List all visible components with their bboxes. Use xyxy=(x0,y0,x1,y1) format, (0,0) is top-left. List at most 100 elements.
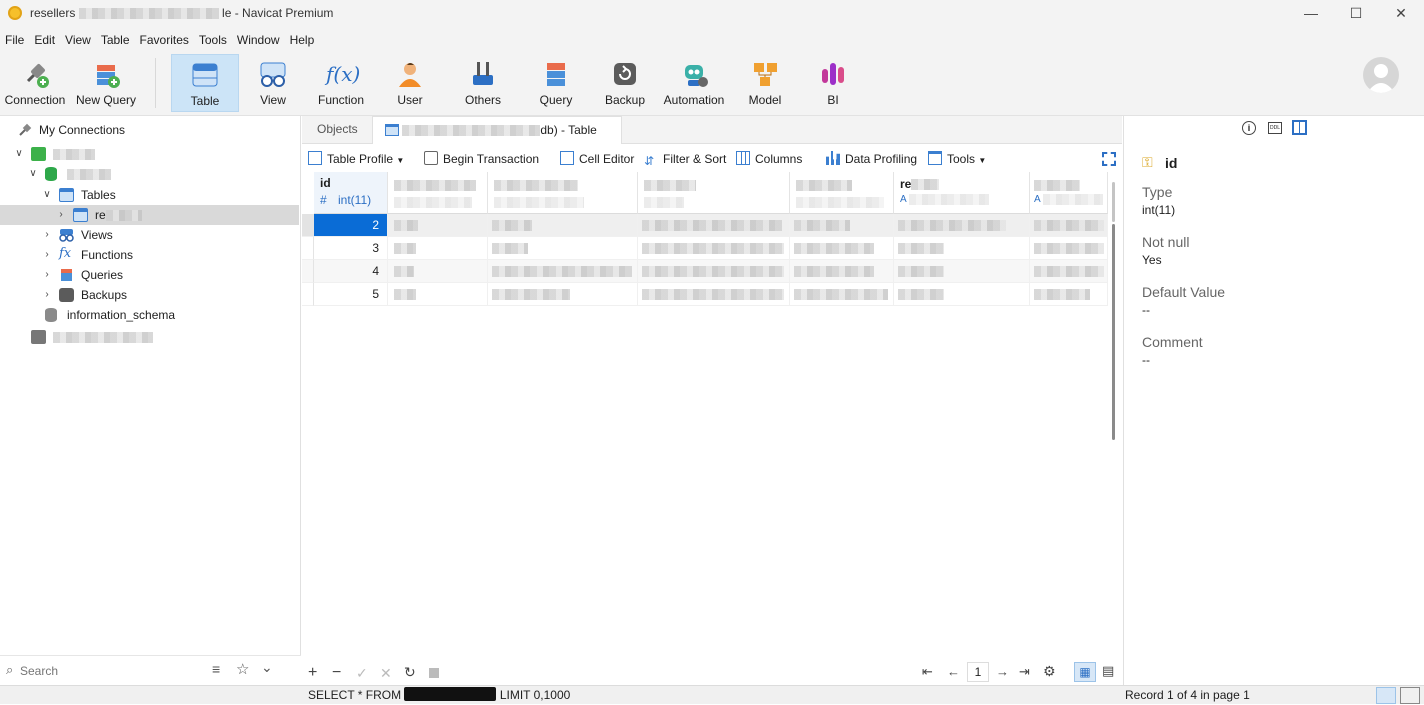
menu-table[interactable]: Table xyxy=(96,28,135,52)
chevron-down-icon[interactable]: ∨ xyxy=(14,144,24,164)
discard-changes-icon[interactable]: ✕ xyxy=(380,665,392,682)
add-record-icon[interactable]: + xyxy=(308,664,317,682)
data-profiling-button[interactable]: Data Profiling xyxy=(826,150,917,168)
chevron-right-icon[interactable]: › xyxy=(42,265,52,285)
cell-id[interactable]: 3 xyxy=(314,237,388,260)
chevron-down-icon[interactable]: ∨ xyxy=(28,164,38,184)
tab-objects[interactable]: Objects xyxy=(305,116,370,144)
row-header[interactable] xyxy=(302,237,314,260)
cell-editor-button[interactable]: Cell Editor xyxy=(560,150,634,168)
tree-queries[interactable]: › Queries xyxy=(0,265,299,285)
table-button[interactable]: Table xyxy=(171,54,239,112)
column-header-5[interactable] xyxy=(790,172,894,214)
others-button[interactable]: Others xyxy=(452,54,514,112)
column-header-7[interactable]: A xyxy=(1030,172,1108,214)
menu-file[interactable]: File xyxy=(0,28,29,52)
table-row[interactable]: 5 xyxy=(302,283,1108,306)
bi-button[interactable]: BI xyxy=(808,54,858,112)
menu-favorites[interactable]: Favorites xyxy=(135,28,194,52)
tree-information-schema[interactable]: information_schema xyxy=(0,305,299,325)
column-header-id[interactable]: id # int(11) xyxy=(314,172,388,214)
vertical-scrollbar-thumb-top[interactable] xyxy=(1112,182,1115,222)
query-button[interactable]: Query xyxy=(528,54,584,112)
menu-edit[interactable]: Edit xyxy=(29,28,60,52)
table-profile-button[interactable]: Table Profile ▼ xyxy=(308,150,404,168)
info-icon[interactable]: i xyxy=(1242,121,1256,135)
fullscreen-icon[interactable] xyxy=(1102,152,1116,166)
next-page-icon[interactable]: → xyxy=(996,664,1009,679)
menu-view[interactable]: View xyxy=(60,28,96,52)
connection-button[interactable]: Connection xyxy=(2,54,68,112)
user-button[interactable]: User xyxy=(380,54,440,112)
cell-id[interactable]: 2 xyxy=(314,214,388,237)
tree-backups[interactable]: › Backups xyxy=(0,285,299,305)
close-window-button[interactable]: ✕ xyxy=(1378,0,1424,28)
delete-record-icon[interactable]: − xyxy=(332,664,341,682)
filter-icon[interactable]: ≡ xyxy=(212,661,220,677)
minimize-button[interactable]: — xyxy=(1288,0,1334,28)
tree-table-resellers[interactable]: › re xyxy=(0,205,299,225)
function-button[interactable]: f(x) Function xyxy=(311,54,371,112)
first-page-icon[interactable]: ⇤ xyxy=(922,664,933,680)
refresh-icon[interactable]: ↻ xyxy=(404,664,416,681)
table-row[interactable]: 2 xyxy=(302,214,1108,237)
filter-sort-button[interactable]: ⇵ Filter & Sort xyxy=(644,150,726,168)
tree-database[interactable]: ∨ xyxy=(0,164,299,184)
backup-button[interactable]: Backup xyxy=(598,54,652,112)
grid-view-icon[interactable]: ▦ xyxy=(1074,662,1096,682)
maximize-button[interactable]: ☐ xyxy=(1333,0,1379,28)
automation-button[interactable]: Automation xyxy=(660,54,728,112)
menu-help[interactable]: Help xyxy=(285,28,320,52)
previous-page-icon[interactable]: ← xyxy=(947,664,960,679)
new-query-button[interactable]: New Query xyxy=(72,54,140,112)
begin-transaction-button[interactable]: Begin Transaction xyxy=(424,150,539,168)
table-row[interactable]: 3 xyxy=(302,237,1108,260)
columns-button[interactable]: Columns xyxy=(736,150,802,168)
menu-tools[interactable]: Tools xyxy=(194,28,232,52)
user-avatar[interactable] xyxy=(1363,57,1399,93)
chevron-down-icon[interactable]: ∨ xyxy=(42,185,52,205)
chevron-right-icon[interactable]: › xyxy=(42,285,52,305)
toggle-left-panel-icon[interactable] xyxy=(1376,687,1396,704)
form-view-icon[interactable]: ▤ xyxy=(1102,663,1114,679)
search-input[interactable] xyxy=(20,661,190,681)
cell-id[interactable]: 5 xyxy=(314,283,388,306)
collapse-icon[interactable]: ⌄ xyxy=(261,659,273,676)
star-icon[interactable]: ☆ xyxy=(236,660,249,678)
preview-layout-icon[interactable] xyxy=(1292,120,1307,135)
cell-id[interactable]: 4 xyxy=(314,260,388,283)
menu-window[interactable]: Window xyxy=(232,28,285,52)
transaction-icon xyxy=(424,151,438,165)
chevron-right-icon[interactable]: › xyxy=(42,245,52,265)
tree-tables[interactable]: ∨ Tables xyxy=(0,185,299,205)
page-number-input[interactable]: 1 xyxy=(967,662,989,682)
last-page-icon[interactable]: ⇥ xyxy=(1019,664,1030,680)
column-header-4[interactable] xyxy=(638,172,790,214)
tree-connection-2[interactable] xyxy=(0,327,299,347)
chevron-right-icon[interactable]: › xyxy=(56,205,66,225)
model-button[interactable]: Model xyxy=(738,54,792,112)
tree-functions[interactable]: › fx Functions xyxy=(0,245,299,265)
primary-key-icon: ⚿ xyxy=(1142,154,1153,170)
chevron-right-icon[interactable]: › xyxy=(42,225,52,245)
row-header[interactable] xyxy=(302,283,314,306)
apply-changes-icon[interactable]: ✓ xyxy=(356,665,368,682)
tools-button[interactable]: Tools ▼ xyxy=(928,150,986,168)
column-header-6[interactable]: re A xyxy=(894,172,1030,214)
column-header-3[interactable] xyxy=(488,172,638,214)
tree-my-connections[interactable]: My Connections xyxy=(0,120,299,140)
view-button[interactable]: View xyxy=(243,54,303,112)
vertical-scrollbar-track[interactable] xyxy=(1108,172,1122,646)
tab-table[interactable]: db) - Table xyxy=(372,116,622,144)
stop-icon[interactable] xyxy=(429,668,439,678)
tree-connection-1[interactable]: ∨ xyxy=(0,144,299,164)
row-header[interactable] xyxy=(302,214,314,237)
table-row[interactable]: 4 xyxy=(302,260,1108,283)
vertical-scrollbar-thumb[interactable] xyxy=(1112,224,1115,440)
row-header[interactable] xyxy=(302,260,314,283)
settings-gear-icon[interactable]: ⚙ xyxy=(1043,663,1056,680)
ddl-icon[interactable]: DDL xyxy=(1268,122,1282,134)
toggle-right-panel-icon[interactable] xyxy=(1400,687,1420,704)
column-header-2[interactable] xyxy=(388,172,488,214)
tree-views[interactable]: › Views xyxy=(0,225,299,245)
